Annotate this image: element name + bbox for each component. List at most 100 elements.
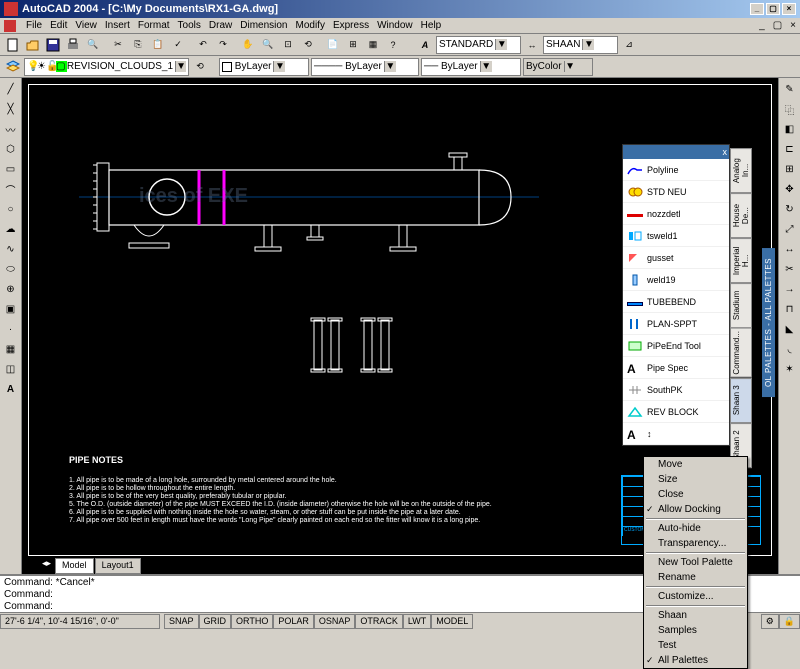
hatch-tool[interactable]: ▦ [2,340,20,358]
otrack-toggle[interactable]: OTRACK [355,614,403,629]
revcloud-tool[interactable]: ☁ [2,220,20,238]
palette-item[interactable]: PiPeEnd Tool [623,335,729,357]
palette-item[interactable]: SouthPK [623,379,729,401]
menu-view[interactable]: View [75,20,97,31]
palette-item[interactable]: nozzdetl [623,203,729,225]
doc-minimize-button[interactable]: _ [759,20,765,31]
polygon-tool[interactable]: ⬡ [2,140,20,158]
copy-button[interactable]: ⎘ [129,36,147,54]
plot-preview-button[interactable]: 🔍 [84,36,102,54]
doc-maximize-button[interactable]: ▢ [773,20,782,31]
palette-side-tab[interactable]: Analog In... [730,148,752,193]
line-tool[interactable]: ╱ [2,80,20,98]
palette-item[interactable]: TUBEBEND [623,291,729,313]
ctx-samples[interactable]: Samples [644,623,747,638]
layer-prev-button[interactable]: ⟲ [191,58,209,76]
palette-title-bar[interactable]: OL PALETTES - ALL PALETTES [762,248,775,397]
chamfer-tool[interactable]: ◣ [781,320,799,338]
drawing-canvas[interactable]: ices of EXE PIPE NOTES 1. All pipe is to… [22,78,778,574]
ctx-test[interactable]: Test [644,638,747,653]
menu-express[interactable]: Express [333,20,369,31]
palette-item[interactable]: weld19 [623,269,729,291]
help-button[interactable]: ? [384,36,402,54]
region-tool[interactable]: ◫ [2,360,20,378]
break-tool[interactable]: ⊓ [781,300,799,318]
palette-item[interactable]: PLAN-SPPT [623,313,729,335]
pan-button[interactable]: ✋ [239,36,257,54]
dim-icon[interactable]: ⊿ [620,36,638,54]
palette-item[interactable]: tsweld1 [623,225,729,247]
xline-tool[interactable]: ╳ [2,100,20,118]
ctx-rename[interactable]: Rename [644,570,747,585]
array-tool[interactable]: ⊞ [781,160,799,178]
open-button[interactable] [24,36,42,54]
tab-layout1[interactable]: Layout1 [95,558,141,574]
menu-window[interactable]: Window [377,20,413,31]
ctx-allow-docking[interactable]: Allow Docking [644,502,747,517]
dimstyle-dropdown[interactable]: SHAAN▼ [543,36,618,54]
status-tray-lock[interactable]: 🔒 [779,614,800,629]
minimize-button[interactable]: _ [750,3,764,15]
extend-tool[interactable]: → [781,280,799,298]
properties-button[interactable]: 📄 [324,36,342,54]
status-tray-icon[interactable]: ⚙ [761,614,779,629]
palette-item[interactable]: REV BLOCK [623,401,729,423]
designcenter-button[interactable]: ⊞ [344,36,362,54]
menu-help[interactable]: Help [421,20,442,31]
palette-item-more[interactable]: A↕ [623,423,729,445]
block-tool[interactable]: ▣ [2,300,20,318]
menu-draw[interactable]: Draw [209,20,232,31]
close-button[interactable]: × [782,3,796,15]
zoom-prev-button[interactable]: ⟲ [299,36,317,54]
redo-button[interactable]: ↷ [214,36,232,54]
dimstyle-icon[interactable]: ↔ [523,36,541,54]
model-toggle[interactable]: MODEL [431,614,473,629]
palette-side-tab[interactable]: Imperial H... [730,238,752,283]
lineweight-dropdown[interactable]: ── ByLayer▼ [421,58,521,76]
menu-modify[interactable]: Modify [296,20,325,31]
menu-file[interactable]: File [26,20,42,31]
palette-item[interactable]: Polyline [623,159,729,181]
offset-tool[interactable]: ⊏ [781,140,799,158]
print-button[interactable] [64,36,82,54]
stretch-tool[interactable]: ↔ [781,240,799,258]
arc-tool[interactable]: ⌒ [2,180,20,198]
menu-tools[interactable]: Tools [178,20,201,31]
copy-tool[interactable]: ⿻ [781,100,799,118]
fillet-tool[interactable]: ◟ [781,340,799,358]
textstyle-dropdown[interactable]: STANDARD▼ [436,36,521,54]
spline-tool[interactable]: ∿ [2,240,20,258]
color-dropdown[interactable]: ByLayer▼ [219,58,309,76]
undo-button[interactable]: ↶ [194,36,212,54]
layer-dropdown[interactable]: 💡☀🔓▢ REVISION_CLOUDS_1▼ [24,58,189,76]
trim-tool[interactable]: ✂ [781,260,799,278]
maximize-button[interactable]: ▢ [766,3,780,15]
toolpalettes-button[interactable]: ▦ [364,36,382,54]
osnap-toggle[interactable]: OSNAP [314,614,356,629]
palette-side-tab[interactable]: Stadium [730,283,752,328]
ctx-size[interactable]: Size [644,472,747,487]
insert-tool[interactable]: ⊕ [2,280,20,298]
rect-tool[interactable]: ▭ [2,160,20,178]
ctx-shaan[interactable]: Shaan [644,608,747,623]
menu-edit[interactable]: Edit [50,20,67,31]
lwt-toggle[interactable]: LWT [403,614,431,629]
menu-format[interactable]: Format [138,20,170,31]
mirror-tool[interactable]: ◧ [781,120,799,138]
layer-manager-button[interactable] [4,58,22,76]
ctx-move[interactable]: Move [644,457,747,472]
save-button[interactable] [44,36,62,54]
grid-toggle[interactable]: GRID [199,614,232,629]
cut-button[interactable]: ✂ [109,36,127,54]
textstyle-icon[interactable]: A [416,36,434,54]
ellipse-tool[interactable]: ⬭ [2,260,20,278]
zoom-window-button[interactable]: ⊡ [279,36,297,54]
erase-tool[interactable]: ✎ [781,80,799,98]
rotate-tool[interactable]: ↻ [781,200,799,218]
menu-insert[interactable]: Insert [105,20,130,31]
ctx-close[interactable]: Close [644,487,747,502]
scale-tool[interactable]: ⤢ [781,220,799,238]
menu-dimension[interactable]: Dimension [240,20,287,31]
new-button[interactable] [4,36,22,54]
point-tool[interactable]: · [2,320,20,338]
